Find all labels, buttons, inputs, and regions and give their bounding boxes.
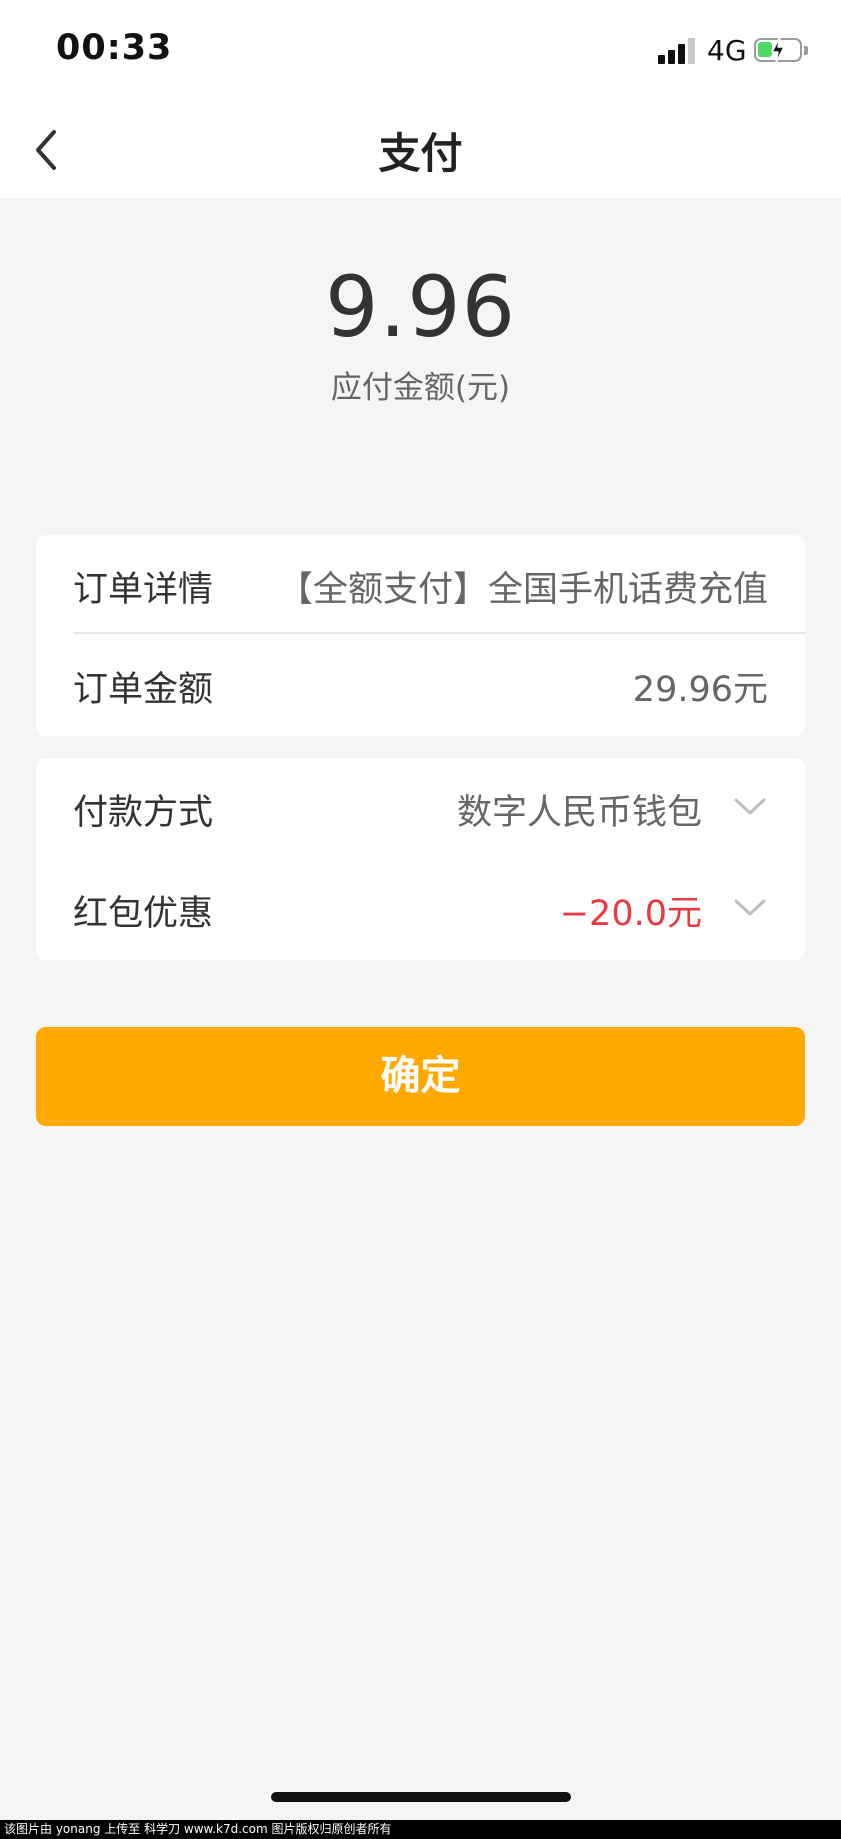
confirm-button[interactable]: 确定 — [36, 1027, 805, 1126]
payment-method-label: 付款方式 — [73, 793, 214, 833]
status-bar: 00:33 4G — [0, 0, 841, 100]
chevron-down-icon[interactable] — [733, 897, 767, 919]
discount-value: −20.0元 — [559, 894, 702, 934]
payable-amount-label: 应付金额(元) — [330, 370, 511, 406]
order-detail-row: 订单详情 【全额支付】全国手机话费充值 — [36, 535, 805, 635]
chevron-down-icon[interactable] — [733, 796, 767, 818]
status-time: 00:33 — [56, 28, 173, 68]
order-card: 订单详情 【全额支付】全国手机话费充值 订单金额 29.96元 — [36, 535, 805, 736]
payment-method-value: 数字人民币钱包 — [456, 793, 702, 833]
network-type: 4G — [707, 34, 747, 67]
home-indicator[interactable] — [271, 1792, 571, 1802]
battery-cap — [804, 46, 808, 55]
order-amount-row: 订单金额 29.96元 — [36, 635, 805, 735]
page-title: 支付 — [378, 129, 463, 178]
watermark: 该图片由 yonang 上传至 科学刀 www.k7d.com 图片版权归原创者… — [0, 1820, 841, 1839]
charging-bolt-icon — [771, 36, 785, 64]
payable-amount: 9.96 — [324, 258, 517, 356]
order-amount-label: 订单金额 — [73, 670, 214, 710]
divider — [73, 632, 805, 634]
order-amount-value: 29.96元 — [632, 670, 768, 710]
discount-label: 红包优惠 — [73, 894, 214, 934]
cellular-signal-icon — [658, 38, 698, 64]
payment-method-row[interactable]: 付款方式 数字人民币钱包 — [36, 758, 805, 858]
payment-options-card: 付款方式 数字人民币钱包 红包优惠 −20.0元 — [36, 758, 805, 960]
navigation-bar: 支付 — [0, 100, 841, 198]
discount-row[interactable]: 红包优惠 −20.0元 — [36, 859, 805, 959]
order-detail-value: 【全额支付】全国手机话费充值 — [277, 570, 768, 610]
order-detail-label: 订单详情 — [73, 570, 214, 610]
